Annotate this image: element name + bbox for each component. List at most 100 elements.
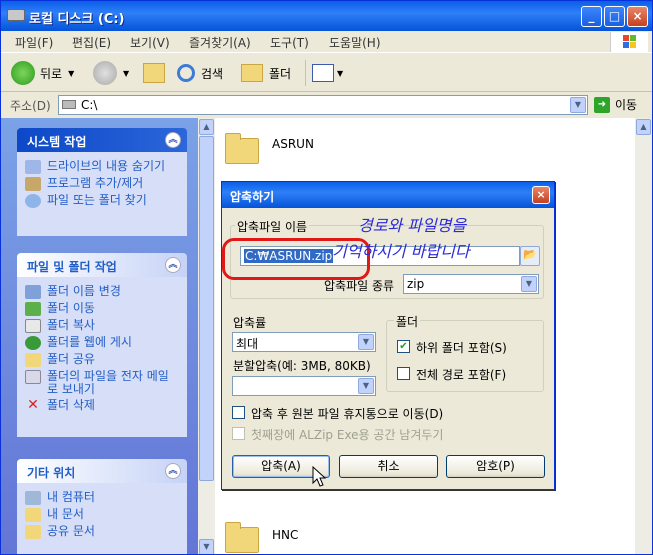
task-delete[interactable]: ✕ 폴더 삭제	[25, 397, 179, 413]
scroll-down-icon[interactable]: ▼	[199, 539, 214, 554]
scroll-up-icon[interactable]: ▲	[636, 119, 651, 135]
address-input[interactable]: C:\ ▼	[58, 95, 588, 115]
place-label: 내 컴퓨터	[47, 490, 95, 504]
file-list-scrollbar[interactable]: ▲	[635, 118, 652, 554]
windows-logo-icon	[610, 32, 648, 52]
alzip-space-checkbox	[232, 427, 245, 440]
folder-item[interactable]: ASRUN	[225, 132, 345, 164]
menu-favorites[interactable]: 즐겨찾기(A)	[189, 34, 251, 51]
task-find[interactable]: 파일 또는 폴더 찾기	[25, 194, 179, 208]
drive-icon	[7, 9, 25, 21]
ratio-select[interactable]: 최대 ▼	[232, 332, 376, 352]
back-label: 뒤로	[40, 66, 63, 81]
programs-icon	[25, 177, 41, 191]
back-button[interactable]: 뒤로 ▼	[11, 60, 74, 86]
task-share[interactable]: 폴더 공유	[25, 353, 179, 367]
alzip-space-label: 첫째장에 ALZip Exe용 공간 남겨두기	[251, 428, 444, 442]
maximize-button[interactable]: □	[604, 6, 625, 27]
close-button[interactable]: ×	[627, 6, 648, 27]
folder-group-label: 폴더	[394, 313, 421, 330]
views-button[interactable]: ▼	[305, 60, 343, 86]
browse-folder-button[interactable]: 📂	[520, 246, 540, 266]
toolbar: 뒤로 ▼ ▼ 검색 폴더 ▼	[1, 54, 652, 92]
task-label: 폴더의 파일을 전자 메일로 보내기	[47, 369, 169, 396]
panel-file-tasks: 파일 및 폴더 작업 ︽ 폴더 이름 변경 폴더 이동 폴더 복사 폴더를 웹에…	[17, 253, 187, 437]
menu-file[interactable]: 파일(F)	[15, 34, 53, 51]
chevron-down-icon: ▼	[337, 68, 344, 78]
task-publish[interactable]: 폴더를 웹에 게시	[25, 336, 179, 350]
collapse-icon[interactable]: ︽	[165, 257, 181, 273]
include-sub-checkbox[interactable]: ✔	[397, 340, 410, 353]
full-path-checkbox[interactable]	[397, 367, 410, 380]
left-pane-scrollbar[interactable]: ▲ ▼	[198, 118, 215, 554]
menu-help[interactable]: 도움말(H)	[329, 34, 381, 51]
split-select[interactable]: ▼	[232, 376, 376, 396]
open-folder-icon: 📂	[523, 248, 537, 261]
place-label: 내 문서	[47, 507, 84, 521]
password-button[interactable]: 암호(P)	[446, 455, 545, 478]
panel-title-text: 기타 위치	[27, 466, 76, 480]
up-folder-button[interactable]	[143, 60, 165, 86]
minimize-button[interactable]: _	[581, 6, 602, 27]
forward-button[interactable]: ▼	[93, 60, 129, 86]
task-label: 프로그램 추가/제거	[47, 176, 144, 190]
place-shared-documents[interactable]: 공유 문서	[25, 525, 179, 539]
folder-name: HNC	[272, 528, 299, 542]
place-my-computer[interactable]: 내 컴퓨터	[25, 491, 179, 505]
panel-body: 드라이브의 내용 숨기기 프로그램 추가/제거 파일 또는 폴더 찾기	[17, 152, 187, 236]
archive-group-label: 압축파일 이름	[235, 218, 310, 235]
panel-title[interactable]: 파일 및 폴더 작업 ︽	[17, 253, 187, 277]
search-label: 검색	[201, 66, 224, 81]
ratio-value: 최대	[236, 337, 259, 351]
task-label: 폴더를 웹에 게시	[47, 335, 132, 349]
chevron-down-icon[interactable]: ▼	[570, 97, 586, 113]
place-my-documents[interactable]: 내 문서	[25, 508, 179, 522]
share-icon	[25, 353, 41, 367]
drive-icon	[62, 100, 76, 109]
cancel-button[interactable]: 취소	[339, 455, 438, 478]
panel-title[interactable]: 기타 위치 ︽	[17, 459, 187, 483]
collapse-icon[interactable]: ︽	[165, 132, 181, 148]
task-email[interactable]: 폴더의 파일을 전자 메일로 보내기	[25, 370, 179, 396]
folders-label: 폴더	[269, 66, 292, 81]
chevron-down-icon[interactable]: ▼	[68, 69, 74, 78]
collapse-icon[interactable]: ︽	[165, 463, 181, 479]
move-trash-label: 압축 후 원본 파일 휴지통으로 이동(D)	[251, 407, 444, 421]
task-pane: 시스템 작업 ︽ 드라이브의 내용 숨기기 프로그램 추가/제거 파일 또는 폴…	[1, 118, 198, 554]
scroll-thumb[interactable]	[199, 136, 214, 481]
address-label: 주소(D)	[10, 99, 51, 113]
dialog-title: 압축하기	[230, 190, 275, 204]
archive-type-select[interactable]: zip ▼	[403, 274, 539, 294]
chevron-down-icon[interactable]: ▼	[123, 69, 129, 78]
panel-other-places: 기타 위치 ︽ 내 컴퓨터 내 문서 공유 문서	[17, 459, 187, 554]
move-icon	[25, 302, 41, 316]
dialog-close-button[interactable]: ×	[532, 186, 550, 204]
move-trash-checkbox[interactable]	[232, 406, 245, 419]
back-arrow-icon	[11, 61, 35, 85]
task-rename[interactable]: 폴더 이름 변경	[25, 285, 179, 299]
folders-button[interactable]: 폴더	[241, 60, 291, 86]
panel-title[interactable]: 시스템 작업 ︽	[17, 128, 187, 152]
folder-item[interactable]: HNC	[225, 521, 345, 553]
address-value: C:\	[81, 98, 98, 112]
task-label: 폴더 공유	[47, 352, 95, 366]
forward-arrow-icon	[93, 61, 117, 85]
task-hide-drive[interactable]: 드라이브의 내용 숨기기	[25, 160, 179, 174]
task-copy[interactable]: 폴더 복사	[25, 319, 179, 333]
title-bar[interactable]: 로컬 디스크 (C:) _ □ ×	[1, 1, 652, 31]
menu-edit[interactable]: 편집(E)	[72, 34, 111, 51]
task-move[interactable]: 폴더 이동	[25, 302, 179, 316]
folder-icon	[225, 522, 259, 553]
dialog-title-bar[interactable]: 압축하기	[222, 182, 554, 208]
delete-icon: ✕	[27, 397, 39, 413]
task-label: 드라이브의 내용 숨기기	[47, 159, 166, 173]
rename-icon	[25, 285, 41, 299]
menu-view[interactable]: 보기(V)	[130, 34, 170, 51]
task-add-remove[interactable]: 프로그램 추가/제거	[25, 177, 179, 191]
go-button[interactable]: ➜ 이동	[594, 96, 637, 113]
menu-tools[interactable]: 도구(T)	[270, 34, 309, 51]
chevron-down-icon: ▼	[521, 276, 537, 292]
search-button[interactable]: 검색	[177, 60, 223, 86]
menu-bar: 파일(F) 편집(E) 보기(V) 즐겨찾기(A) 도구(T) 도움말(H)	[1, 31, 652, 53]
scroll-up-icon[interactable]: ▲	[199, 119, 214, 135]
